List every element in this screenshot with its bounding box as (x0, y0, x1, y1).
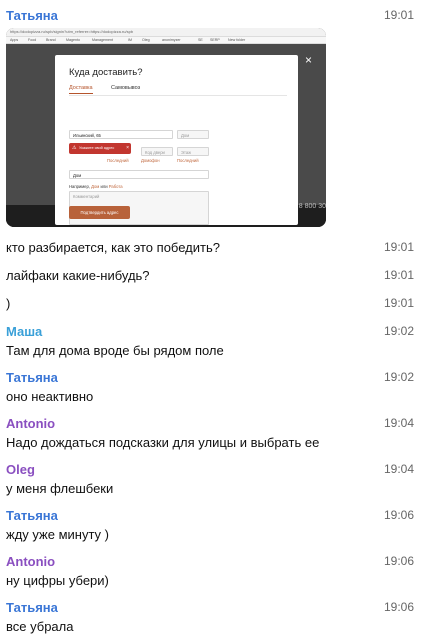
bookmark-item: anonimyzer (162, 38, 181, 42)
close-icon: × (126, 145, 129, 151)
bookmark-item: Management (92, 38, 113, 42)
phone-number: 8 800 30 (298, 203, 326, 210)
message-text: кто разбирается, как это победить? (6, 240, 220, 255)
message-sender[interactable]: Маша (6, 324, 42, 339)
message-text: лайфаки какие-нибудь? (6, 268, 150, 283)
bookmark-item: IM (128, 38, 132, 42)
message-sender[interactable]: Татьяна (6, 8, 58, 23)
message-text: у меня флешбеки (6, 481, 114, 496)
message-time: 19:06 (383, 508, 414, 522)
message-time: 19:04 (383, 416, 414, 430)
message-sender[interactable]: Oleg (6, 462, 35, 477)
message-time: 19:02 (383, 370, 414, 384)
message-sender[interactable]: Татьяна (6, 508, 58, 523)
house-field: Дом (177, 130, 209, 139)
error-tooltip: ⚠ Укажите свой адрес × (69, 143, 131, 154)
bookmark-item: Brand (46, 38, 56, 42)
bookmark-item: SERP (210, 38, 220, 42)
message-text: все убрала (6, 619, 74, 634)
hint-link-work: Работа (108, 184, 123, 189)
warning-icon: ⚠ (72, 145, 77, 151)
bookmark-item: New folder (228, 38, 246, 42)
recent-address: Последний (177, 158, 199, 163)
recent-address: Последний (107, 158, 129, 163)
close-icon: × (304, 53, 312, 67)
message-text: ) (6, 296, 11, 311)
tab-pickup: Самовывоз (111, 85, 141, 91)
message-sender[interactable]: Татьяна (6, 600, 58, 615)
bookmark-item: Magento (66, 38, 80, 42)
door-code-field: Код двери (141, 147, 173, 156)
message-text: жду уже минуту ) (6, 527, 109, 542)
message-text: Надо дождаться подсказки для улицы и выб… (6, 435, 320, 450)
bookmark-item: Apps (10, 38, 19, 42)
message-sender[interactable]: Татьяна (6, 370, 58, 385)
bookmark-item: Food (28, 38, 37, 42)
message-sender[interactable]: Antonio (6, 554, 55, 569)
street-field: Ильинский, 65 (69, 130, 173, 139)
message-time: 19:06 (383, 554, 414, 568)
message-time: 19:01 (383, 268, 414, 282)
delivery-modal: Куда доставить? Доставка Самовывоз Ильин… (55, 55, 298, 225)
message-sender[interactable]: Antonio (6, 416, 55, 431)
address-label-field: Дом (69, 170, 209, 179)
message-text: оно неактивно (6, 389, 94, 404)
browser-bookmarks-bar: Apps Food Brand Magento Management IM Ol… (6, 37, 326, 44)
bookmark-item: Oleg (142, 38, 150, 42)
message-time: 19:02 (383, 324, 414, 338)
address-label-hint: Например, Дом или Работа (69, 184, 123, 189)
tab-delivery: Доставка (69, 85, 93, 94)
tab-divider (69, 95, 287, 96)
message-time: 19:01 (383, 296, 414, 310)
error-text: Укажите свой адрес (79, 146, 115, 150)
message-time: 19:01 (383, 8, 414, 22)
attached-screenshot[interactable]: https://dodopizza.ru/spb/signin?utm_refe… (6, 28, 326, 227)
message-text: Там для дома вроде бы рядом поле (6, 343, 224, 358)
confirm-address-button: Подтвердить адрес (69, 206, 130, 219)
browser-url: https://dodopizza.ru/spb/signin?utm_refe… (10, 29, 134, 34)
message-text: ну цифры убери) (6, 573, 109, 588)
browser-url-bar: https://dodopizza.ru/spb/signin?utm_refe… (6, 28, 326, 37)
recent-address: Домофон (141, 158, 160, 163)
message-time: 19:01 (383, 240, 414, 254)
hint-prefix: Например, (69, 184, 90, 189)
floor-field: Этаж (177, 147, 209, 156)
message-time: 19:04 (383, 462, 414, 476)
hint-link-home: Дом (91, 184, 100, 189)
message-time: 19:06 (383, 600, 414, 614)
bookmark-item: SE (198, 38, 203, 42)
modal-title: Куда доставить? (69, 67, 143, 78)
hint-mid: или (100, 184, 108, 189)
